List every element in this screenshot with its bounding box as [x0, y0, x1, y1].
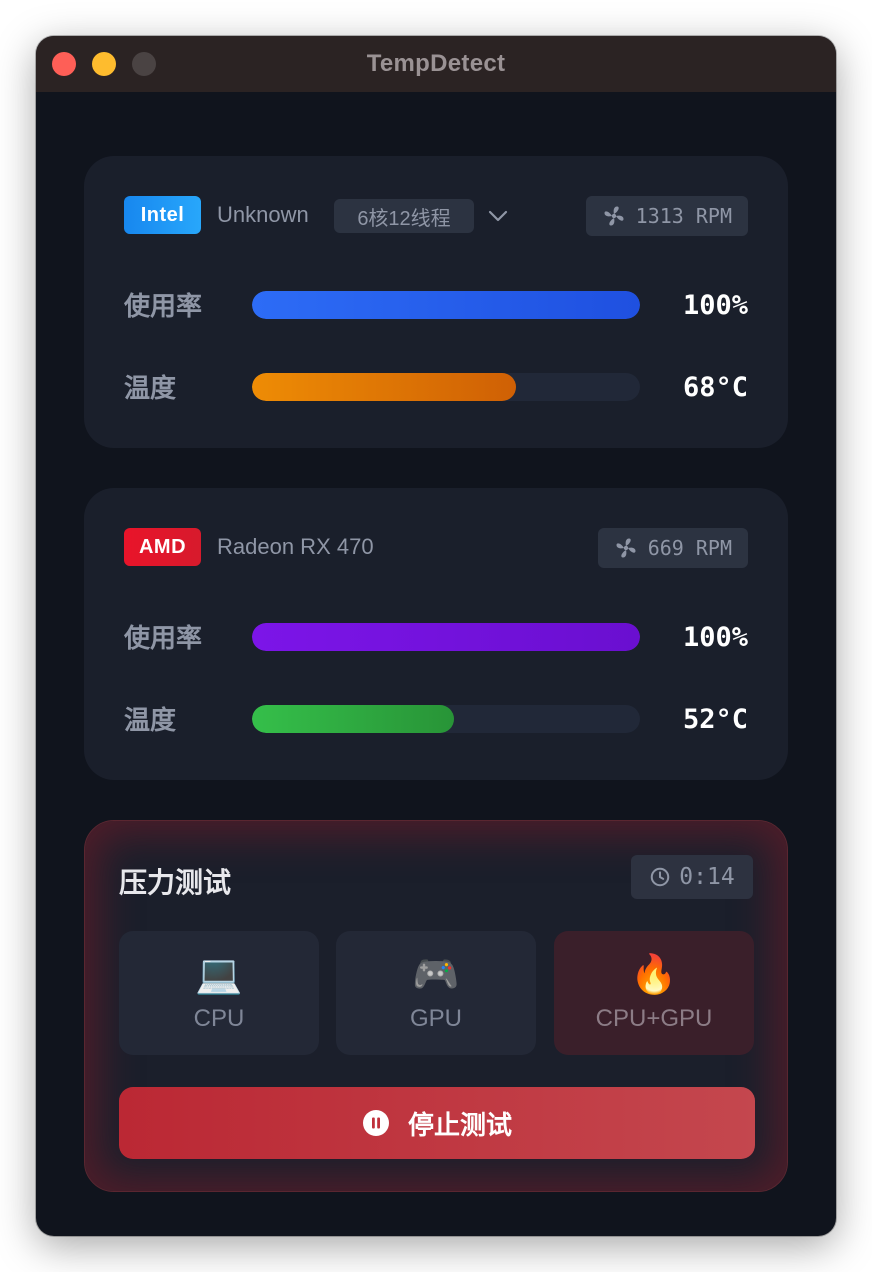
- cpu-model-name: Unknown: [217, 202, 309, 227]
- mode-cpu-gpu-button[interactable]: 🔥 CPU+GPU: [554, 931, 754, 1055]
- gpu-card: AMD Radeon RX 470 669 RPM 使用率 100% 温度 52…: [84, 488, 788, 780]
- laptop-icon: 💻: [195, 954, 243, 996]
- minimize-window-button[interactable]: [92, 52, 116, 76]
- cpu-usage-bar: [252, 291, 640, 319]
- cpu-card: Intel Unknown 6核12线程 1313 RPM 使用率 100% 温…: [84, 156, 788, 448]
- cpu-fan-speed: 1313 RPM: [585, 196, 748, 236]
- gpu-fan-speed: 669 RPM: [597, 528, 748, 568]
- timer-value: 0:14: [679, 864, 735, 890]
- app-window: TempDetect Intel Unknown 6核12线程 1313 RPM…: [36, 36, 836, 1236]
- gpu-temp-bar: [252, 705, 640, 733]
- close-window-button[interactable]: [52, 52, 76, 76]
- fire-icon: 🔥: [630, 954, 678, 996]
- cpu-temp-bar: [252, 373, 640, 401]
- gpu-temp-label: 温度: [124, 706, 177, 736]
- gpu-temp-bar-fill: [252, 705, 454, 733]
- fan-icon: [616, 538, 636, 558]
- gpu-temp-value: 52°C: [682, 704, 748, 735]
- window-title: TempDetect: [366, 50, 506, 77]
- stress-test-panel: 压力测试 0:14 💻 CPU 🎮 GPU 🔥 CPU+GPU 停止测试: [84, 820, 788, 1192]
- gpu-model-name: Radeon RX 470: [217, 534, 374, 559]
- mode-cpu-gpu-label: CPU+GPU: [595, 1005, 713, 1032]
- title-bar[interactable]: TempDetect: [36, 36, 836, 92]
- gpu-fan-rpm: 669 RPM: [647, 536, 732, 560]
- zoom-window-button[interactable]: [132, 52, 156, 76]
- mode-cpu-button[interactable]: 💻 CPU: [119, 931, 319, 1055]
- gpu-usage-bar-fill: [252, 623, 640, 651]
- fan-icon: [604, 206, 624, 226]
- stress-timer: 0:14: [631, 855, 753, 899]
- cpu-temp-label: 温度: [124, 374, 177, 404]
- gpu-usage-bar: [252, 623, 640, 651]
- stop-test-button[interactable]: 停止测试: [119, 1087, 755, 1159]
- cpu-brand-badge: Intel: [124, 196, 201, 234]
- pause-icon: [362, 1110, 389, 1136]
- stress-test-title: 压力测试: [119, 866, 232, 899]
- mode-gpu-label: GPU: [409, 1005, 462, 1032]
- cpu-cores-badge: 6核12线程: [334, 199, 474, 233]
- clock-icon: [651, 867, 670, 887]
- cpu-temp-bar-fill: [252, 373, 516, 401]
- cpu-usage-value: 100%: [682, 290, 748, 321]
- cpu-temp-value: 68°C: [682, 372, 748, 403]
- gpu-brand-badge: AMD: [124, 528, 201, 566]
- cpu-usage-bar-fill: [252, 291, 640, 319]
- chevron-down-icon[interactable]: [486, 204, 510, 228]
- gamepad-icon: 🎮: [412, 954, 460, 996]
- mode-cpu-label: CPU: [193, 1005, 245, 1032]
- gpu-usage-label: 使用率: [124, 624, 203, 654]
- gpu-usage-value: 100%: [682, 622, 748, 653]
- cpu-fan-rpm: 1313 RPM: [635, 204, 732, 228]
- stop-test-label: 停止测试: [407, 1110, 512, 1141]
- cpu-usage-label: 使用率: [124, 292, 203, 322]
- mode-gpu-button[interactable]: 🎮 GPU: [336, 931, 536, 1055]
